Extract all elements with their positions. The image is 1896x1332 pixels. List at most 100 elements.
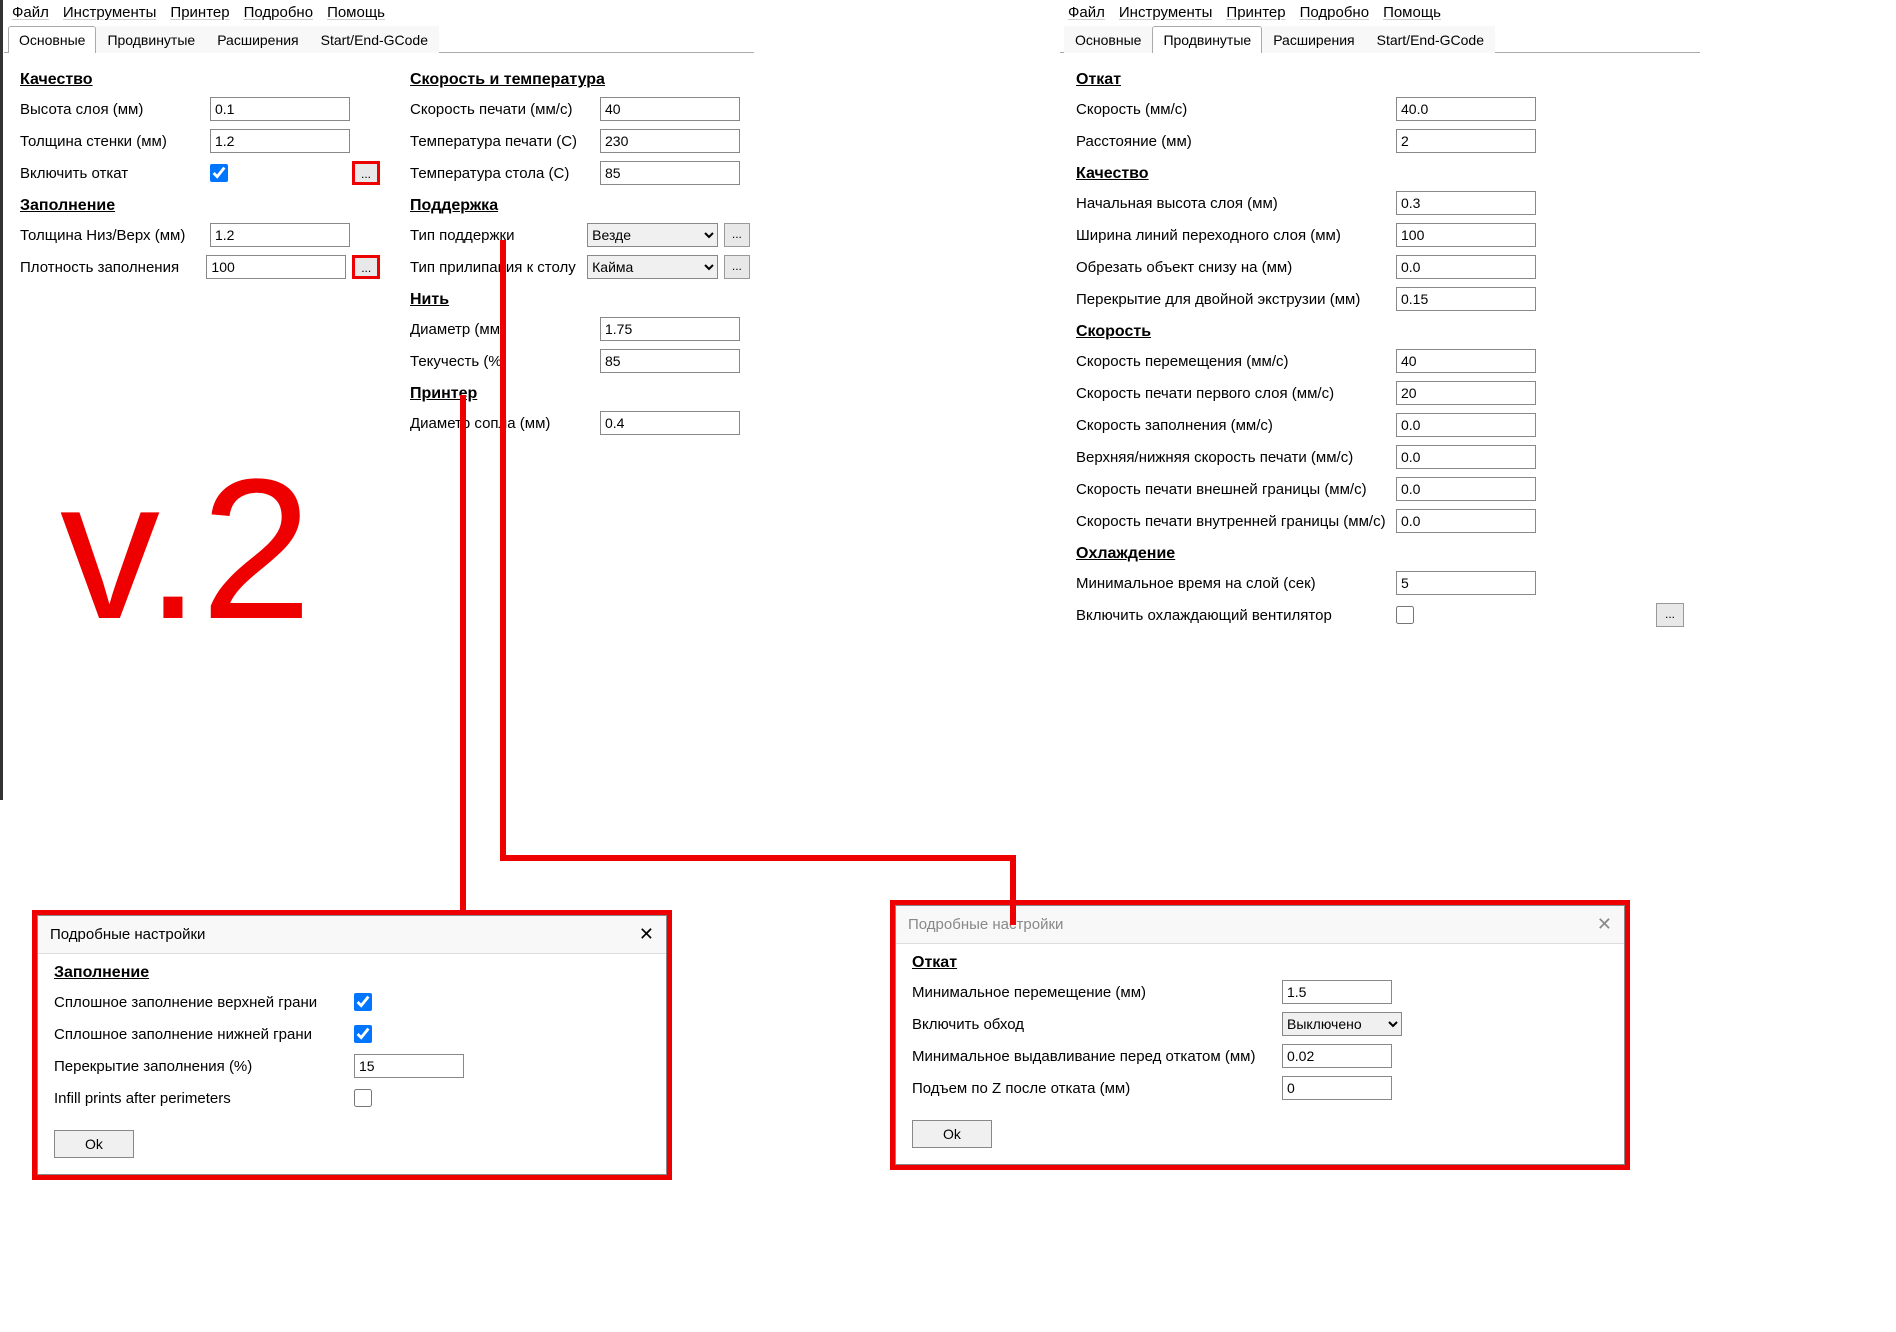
print-temp-input[interactable] (600, 129, 740, 153)
menu-file[interactable]: Файл (12, 4, 49, 21)
section-retract: Откат (1076, 71, 1684, 89)
outer-speed-label: Скорость печати внешней границы (мм/с) (1076, 481, 1396, 498)
adhesion-type-label: Тип прилипания к столу (410, 259, 587, 276)
retract-enable-checkbox[interactable] (210, 164, 228, 182)
dual-overlap-input[interactable] (1396, 287, 1536, 311)
popup-retract-title: Подробные настройки (908, 916, 1063, 933)
init-layer-input[interactable] (1396, 191, 1536, 215)
menu-help-r[interactable]: Помощь (1383, 4, 1441, 21)
menu-printer[interactable]: Принтер (170, 4, 229, 21)
cut-bottom-input[interactable] (1396, 255, 1536, 279)
infill-after-perim-label: Infill prints after perimeters (54, 1090, 354, 1107)
retract-dist-label: Расстояние (мм) (1076, 133, 1396, 150)
cut-bottom-label: Обрезать объект снизу на (мм) (1076, 259, 1396, 276)
fill-more-button[interactable]: ... (352, 255, 380, 279)
infill-overlap-label: Перекрытие заполнения (%) (54, 1058, 354, 1075)
retract-dist-input[interactable] (1396, 129, 1536, 153)
tabbar-right: Основные Продвинутые Расширения Start/En… (1060, 25, 1700, 53)
menu-details-r[interactable]: Подробно (1300, 4, 1369, 21)
section-quality-adv: Качество (1076, 165, 1684, 183)
tab-plugins[interactable]: Расширения (206, 26, 309, 53)
menu-details[interactable]: Подробно (244, 4, 313, 21)
solid-bottom-label: Сплошное заполнение нижней грани (54, 1026, 354, 1043)
section-speedtemp: Скорость и температура (410, 71, 750, 89)
section-speed-adv: Скорость (1076, 323, 1684, 341)
tab-advanced-r[interactable]: Продвинутые (1152, 26, 1262, 53)
bed-temp-label: Температура стола (C) (410, 165, 600, 182)
combing-label: Включить обход (912, 1016, 1282, 1033)
min-travel-input[interactable] (1282, 980, 1392, 1004)
topbot-speed-label: Верхняя/нижняя скорость печати (мм/с) (1076, 449, 1396, 466)
fan-enable-label: Включить охлаждающий вентилятор (1076, 607, 1396, 624)
tab-basic-r[interactable]: Основные (1064, 26, 1152, 53)
popup-fill-title: Подробные настройки (50, 926, 205, 943)
retract-speed-label: Скорость (мм/с) (1076, 101, 1396, 118)
first-layer-speed-label: Скорость печати первого слоя (мм/с) (1076, 385, 1396, 402)
menu-tools-r[interactable]: Инструменты (1119, 4, 1213, 21)
filament-flow-input[interactable] (600, 349, 740, 373)
solid-top-label: Сплошное заполнение верхней грани (54, 994, 354, 1011)
zhop-input[interactable] (1282, 1076, 1392, 1100)
outer-speed-input[interactable] (1396, 477, 1536, 501)
retract-speed-input[interactable] (1396, 97, 1536, 121)
fill-density-input[interactable] (206, 255, 346, 279)
section-support: Поддержка (410, 197, 750, 215)
ok-button[interactable]: Ok (54, 1130, 134, 1158)
adhesion-type-more-button[interactable]: ... (724, 255, 750, 279)
combing-select[interactable]: Выключено (1282, 1012, 1402, 1036)
print-speed-input[interactable] (600, 97, 740, 121)
first-layer-speed-input[interactable] (1396, 381, 1536, 405)
layer-height-input[interactable] (210, 97, 350, 121)
section-fill: Заполнение (20, 197, 380, 215)
section-quality: Качество (20, 71, 380, 89)
bed-temp-input[interactable] (600, 161, 740, 185)
infill-speed-input[interactable] (1396, 413, 1536, 437)
tab-gcode[interactable]: Start/End-GCode (310, 26, 439, 53)
wall-thickness-input[interactable] (210, 129, 350, 153)
menubar-left: Файл Инструменты Принтер Подробно Помощь (4, 0, 754, 25)
infill-speed-label: Скорость заполнения (мм/с) (1076, 417, 1396, 434)
ok-button[interactable]: Ok (912, 1120, 992, 1148)
topbot-speed-input[interactable] (1396, 445, 1536, 469)
print-speed-label: Скорость печати (мм/с) (410, 101, 600, 118)
travel-speed-label: Скорость перемещения (мм/с) (1076, 353, 1396, 370)
version-overlay: v.2 (60, 450, 312, 650)
retract-enable-label: Включить откат (20, 165, 210, 182)
solid-top-checkbox[interactable] (354, 993, 372, 1011)
min-layer-time-input[interactable] (1396, 571, 1536, 595)
menu-tools[interactable]: Инструменты (63, 4, 157, 21)
menu-help[interactable]: Помощь (327, 4, 385, 21)
tab-plugins-r[interactable]: Расширения (1262, 26, 1365, 53)
menu-printer-r[interactable]: Принтер (1226, 4, 1285, 21)
filament-diameter-input[interactable] (600, 317, 740, 341)
fan-more-button[interactable]: ... (1656, 603, 1684, 627)
inner-speed-input[interactable] (1396, 509, 1536, 533)
infill-overlap-input[interactable] (354, 1054, 464, 1078)
fan-enable-checkbox[interactable] (1396, 606, 1414, 624)
popup-retract-section: Откат (912, 954, 1608, 972)
support-type-more-button[interactable]: ... (724, 223, 750, 247)
popup-fill-section: Заполнение (54, 964, 650, 982)
min-travel-label: Минимальное перемещение (мм) (912, 984, 1282, 1001)
print-temp-label: Температура печати (C) (410, 133, 600, 150)
retract-more-button[interactable]: ... (352, 161, 380, 185)
support-type-select[interactable]: Везде (587, 223, 718, 247)
zhop-label: Подъем по Z после отката (мм) (912, 1080, 1282, 1097)
layer-height-label: Высота слоя (мм) (20, 101, 210, 118)
solid-bottom-checkbox[interactable] (354, 1025, 372, 1043)
dual-overlap-label: Перекрытие для двойной экструзии (мм) (1076, 291, 1396, 308)
tab-basic[interactable]: Основные (8, 26, 96, 53)
min-extrude-input[interactable] (1282, 1044, 1392, 1068)
tabbar-left: Основные Продвинутые Расширения Start/En… (4, 25, 754, 53)
line-width-input[interactable] (1396, 223, 1536, 247)
tab-advanced[interactable]: Продвинутые (96, 26, 206, 53)
travel-speed-input[interactable] (1396, 349, 1536, 373)
menu-file-r[interactable]: Файл (1068, 4, 1105, 21)
close-icon[interactable]: ✕ (1597, 914, 1612, 935)
close-icon[interactable]: ✕ (639, 924, 654, 945)
nozzle-diameter-input[interactable] (600, 411, 740, 435)
tab-gcode-r[interactable]: Start/End-GCode (1366, 26, 1495, 53)
infill-after-perim-checkbox[interactable] (354, 1089, 372, 1107)
adhesion-type-select[interactable]: Кайма (587, 255, 718, 279)
bottom-top-input[interactable] (210, 223, 350, 247)
